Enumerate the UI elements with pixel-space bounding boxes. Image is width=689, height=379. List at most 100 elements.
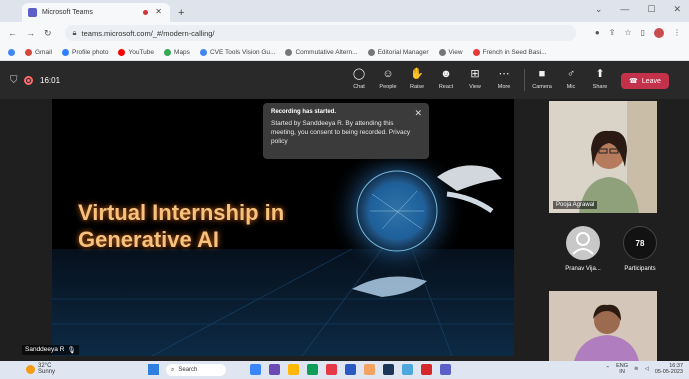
bookmark-icon: [438, 48, 446, 56]
browser-tab[interactable]: Microsoft Teams ✕: [22, 3, 170, 22]
new-tab-button[interactable]: +: [178, 7, 184, 19]
close-tab-icon[interactable]: ✕: [155, 7, 162, 16]
menu-kebab-icon[interactable]: ⋮: [673, 28, 681, 38]
react-button[interactable]: ☻ React: [431, 67, 461, 90]
volume-icon[interactable]: ◁: [645, 366, 649, 372]
tab-title: Microsoft Teams: [42, 9, 93, 16]
teams-icon[interactable]: [440, 364, 451, 375]
person-icon: [572, 232, 594, 255]
bookmark-icon: [61, 48, 69, 56]
participant-count[interactable]: 78: [623, 226, 657, 260]
bookmark-item[interactable]: CVE Tools Vision Gu...: [199, 48, 275, 56]
windows-start-icon[interactable]: [148, 364, 159, 375]
app-icon[interactable]: [383, 364, 394, 375]
view-icon: ⊞: [470, 68, 480, 80]
bookmark-icon: [164, 48, 172, 56]
bookmark-icon: [472, 48, 480, 56]
bookmark-item[interactable]: Gmail: [25, 48, 52, 56]
minimize-icon[interactable]: —: [620, 4, 629, 15]
close-icon[interactable]: ✕: [414, 108, 422, 119]
notification-title: Recording has started.: [271, 109, 337, 115]
mic-button[interactable]: ♂ Mic: [556, 67, 586, 90]
profile-avatar[interactable]: [654, 28, 664, 38]
share-page-icon[interactable]: ⇪: [609, 28, 616, 38]
participant-video-feed: [549, 101, 657, 213]
participant-video[interactable]: Pooja Agrawal: [549, 101, 657, 213]
view-button[interactable]: ⊞ View: [460, 67, 490, 90]
app-icon[interactable]: [326, 364, 337, 375]
clock[interactable]: 16:37 05-05-2023: [655, 363, 683, 375]
chevron-up-icon[interactable]: ⌃: [605, 366, 610, 372]
camera-icon: ■: [538, 68, 546, 80]
more-button[interactable]: ⋯ More: [489, 67, 519, 90]
chat-icon: ◯: [352, 68, 366, 80]
app-icon[interactable]: [250, 364, 261, 375]
address-bar-actions: ● ⇪ ☆ ▯ ⋮: [595, 28, 681, 38]
screen: Microsoft Teams ✕ + ⌄ — ☐ ✕ ← → ↻ 🔒︎ tea…: [0, 0, 689, 379]
raise-hand-icon: ✋: [410, 68, 424, 80]
participant-video[interactable]: [549, 291, 657, 361]
camera-access-icon[interactable]: ●: [595, 28, 600, 38]
app-icon[interactable]: [364, 364, 375, 375]
participant-name: Pranav Vija...: [565, 266, 601, 272]
close-window-icon[interactable]: ✕: [673, 4, 681, 15]
sidebar-icon[interactable]: ▯: [641, 28, 645, 38]
people-icon: ☺: [382, 68, 394, 80]
bookmark-item[interactable]: French in Seed Basi...: [472, 48, 546, 56]
bookmark-item[interactable]: Profile photo: [61, 48, 108, 56]
browser-tab-strip: Microsoft Teams ✕ + ⌄ — ☐ ✕: [0, 0, 689, 22]
back-icon[interactable]: ←: [8, 28, 17, 38]
taskbar-search[interactable]: ⌕ Search: [166, 364, 226, 376]
notification-body: Started by Sanddeeya R. By attending thi…: [271, 120, 411, 145]
bookmark-item[interactable]: Editorial Manager: [367, 48, 429, 56]
mic-muted-icon: 🎙︎: [67, 347, 76, 354]
participants-label: Participants: [624, 266, 656, 272]
share-button[interactable]: ⬆ Share: [585, 67, 615, 90]
maximize-icon[interactable]: ☐: [647, 4, 655, 15]
forward-icon[interactable]: →: [26, 28, 35, 38]
recording-dot-icon: [143, 10, 148, 15]
chrome-icon[interactable]: [421, 364, 432, 375]
url-text: teams.microsoft.com/_#/modern-calling/: [81, 28, 215, 38]
teams-favicon-icon: [28, 8, 37, 17]
bookmark-item[interactable]: Maps: [164, 48, 190, 56]
app-icon[interactable]: [307, 364, 318, 375]
mic-icon: ♂: [566, 68, 576, 80]
app-icon[interactable]: [269, 364, 280, 375]
taskbar-apps: [250, 364, 451, 375]
recording-indicator-icon: [24, 76, 33, 85]
bookmark-star-icon[interactable]: ☆: [624, 28, 631, 38]
windows-taskbar: 32°C Sunny ⌕ Search ⌃ ENG IN ≋ ◁ 16:37 0…: [0, 361, 689, 379]
reload-icon[interactable]: ↻: [44, 28, 52, 39]
folder-icon[interactable]: [288, 364, 299, 375]
toolbar-divider: [524, 69, 525, 91]
bookmark-item[interactable]: View: [438, 48, 463, 56]
camera-button[interactable]: ■ Camera: [527, 67, 557, 90]
leave-button[interactable]: ☎ Leave: [621, 73, 669, 89]
weather-widget[interactable]: 32°C Sunny: [26, 363, 55, 375]
word-icon[interactable]: [345, 364, 356, 375]
search-icon: ⌕: [171, 366, 175, 373]
chat-button[interactable]: ◯ Chat: [344, 67, 374, 90]
chevron-down-icon[interactable]: ⌄: [595, 4, 603, 15]
react-icon: ☻: [440, 68, 452, 80]
slide-title: Virtual Internship in Generative AI: [78, 200, 285, 252]
app-icon[interactable]: [402, 364, 413, 375]
participant-avatar[interactable]: [566, 226, 600, 260]
participant-video-feed: [549, 291, 657, 361]
bookmark-item[interactable]: YouTube: [118, 48, 154, 56]
shield-icon[interactable]: ⛉: [10, 75, 18, 86]
bookmark-icon: [367, 48, 375, 56]
phone-icon: ☎: [629, 78, 638, 85]
bookmark-item[interactable]: Commutative Altern...: [285, 48, 358, 56]
wifi-icon[interactable]: ≋: [634, 366, 639, 372]
url-field[interactable]: 🔒︎ teams.microsoft.com/_#/modern-calling…: [64, 25, 576, 41]
raise-hand-button[interactable]: ✋ Raise: [402, 67, 432, 90]
presenter-label: Sanddeeya R 🎙︎: [22, 345, 79, 355]
window-controls: ⌄ — ☐ ✕: [595, 4, 681, 15]
chrome-apps-icon[interactable]: [8, 48, 15, 56]
bookmark-icon: [199, 48, 207, 56]
participant-name: Pooja Agrawal: [553, 201, 598, 209]
recording-notification: Recording has started. Started by Sandde…: [263, 103, 429, 159]
people-button[interactable]: ☺ People: [373, 67, 403, 90]
